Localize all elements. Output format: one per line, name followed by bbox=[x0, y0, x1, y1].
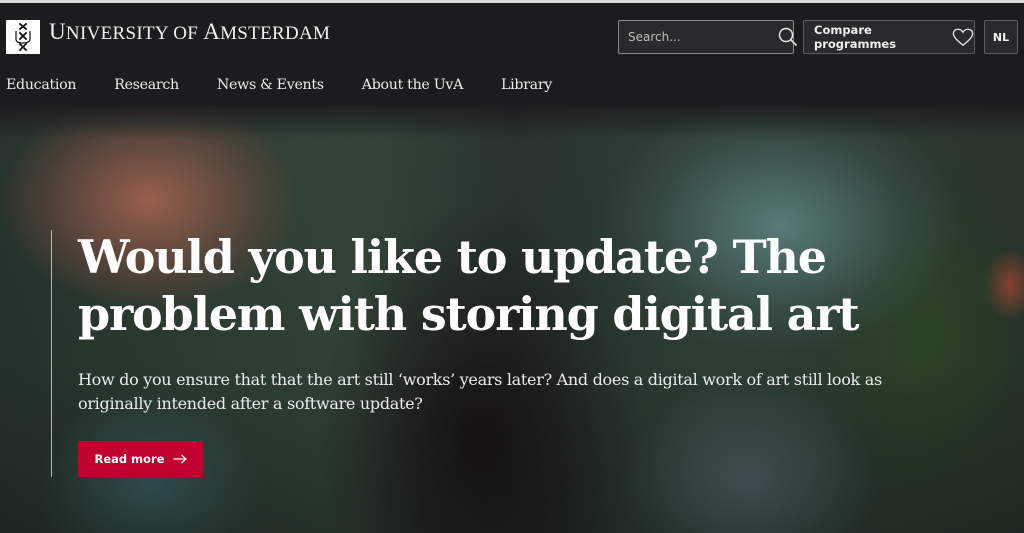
main-nav: Education Research News & Events About t… bbox=[6, 77, 590, 93]
brand-initial: U bbox=[49, 19, 66, 44]
language-switch-button[interactable]: NL bbox=[984, 20, 1018, 54]
site-header: UNIVERSITY OF AMSTERDAM Compare programm… bbox=[0, 3, 1024, 105]
heart-icon bbox=[952, 28, 974, 46]
search-box bbox=[618, 20, 798, 54]
read-more-label: Read more bbox=[94, 452, 165, 466]
compare-label: Compare programmes bbox=[814, 23, 897, 51]
brand-part: NIVERSITY OF bbox=[65, 23, 204, 44]
search-button[interactable] bbox=[778, 21, 798, 53]
nav-item-education[interactable]: Education bbox=[6, 77, 77, 93]
search-icon bbox=[778, 27, 798, 47]
brand-wordmark[interactable]: UNIVERSITY OF AMSTERDAM bbox=[49, 19, 330, 45]
crest-glyph bbox=[15, 22, 31, 52]
uva-crest-icon[interactable] bbox=[6, 20, 40, 54]
compare-programmes-button[interactable]: Compare programmes bbox=[803, 20, 975, 54]
arrow-right-icon bbox=[173, 454, 187, 464]
hero-lede: How do you ensure that that the art stil… bbox=[78, 370, 882, 413]
nav-item-about[interactable]: About the UvA bbox=[362, 77, 464, 93]
brand-initial: A bbox=[203, 19, 221, 44]
brand-part: MSTERDAM bbox=[220, 23, 331, 44]
search-input[interactable] bbox=[619, 21, 778, 53]
read-more-button[interactable]: Read more bbox=[78, 441, 203, 477]
hero-accent-line bbox=[51, 230, 52, 477]
nav-item-library[interactable]: Library bbox=[501, 77, 552, 93]
nav-item-news-events[interactable]: News & Events bbox=[217, 77, 324, 93]
hero-title[interactable]: Would you like to update? The problem wi… bbox=[78, 229, 918, 343]
nav-item-research[interactable]: Research bbox=[114, 77, 179, 93]
hero-banner: Would you like to update? The problem wi… bbox=[0, 105, 1024, 533]
